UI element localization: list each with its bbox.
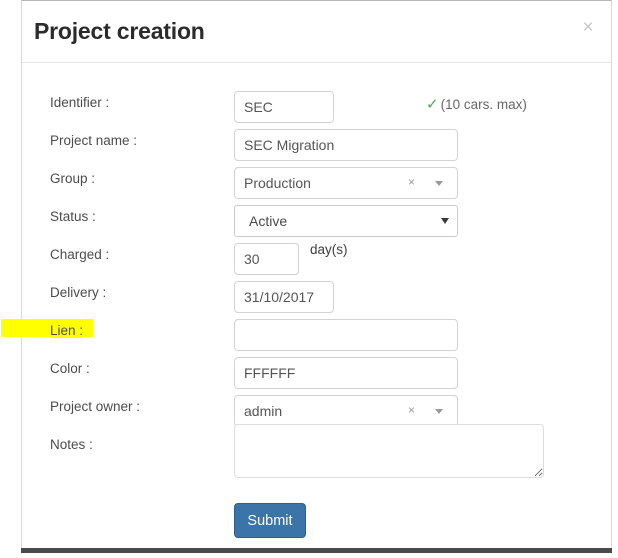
delivery-input[interactable] xyxy=(234,281,334,313)
identifier-input[interactable] xyxy=(234,91,334,123)
status-select-value: Active xyxy=(249,213,288,229)
project-name-input[interactable] xyxy=(234,129,458,161)
charged-unit-label: day(s) xyxy=(310,242,348,257)
chevron-down-icon[interactable] xyxy=(435,181,443,186)
form-row-notes: Notes : xyxy=(22,424,611,488)
charged-input[interactable] xyxy=(234,243,299,275)
close-icon[interactable]: × xyxy=(575,15,601,41)
form-row-color: Color : xyxy=(22,352,611,390)
project-owner-select[interactable]: admin × xyxy=(234,395,458,427)
form-row-identifier: Identifier : ✓(10 cars. max) xyxy=(22,86,611,124)
page-title: Project creation xyxy=(34,18,205,44)
dialog-header: Project creation × xyxy=(22,1,611,63)
chevron-down-icon[interactable] xyxy=(441,218,449,224)
form-row-project-name: Project name : xyxy=(22,124,611,162)
identifier-hint: ✓ (10 cars. max) xyxy=(426,95,527,113)
group-select[interactable]: Production × xyxy=(234,167,458,199)
form-row-lien: Lien : xyxy=(1,314,611,352)
form-row-group: Group : Production × xyxy=(22,162,611,200)
status-select[interactable]: Active xyxy=(234,205,458,237)
label-charged: Charged : xyxy=(50,247,110,262)
form-row-submit: Submit xyxy=(22,500,611,540)
project-creation-dialog: Project creation × Identifier : ✓(10 car… xyxy=(1,0,612,549)
lien-input[interactable] xyxy=(234,319,458,351)
color-input[interactable] xyxy=(234,357,458,389)
label-project-name: Project name : xyxy=(50,133,138,148)
notes-textarea[interactable] xyxy=(234,424,544,478)
form-row-status: Status : Active xyxy=(22,200,611,238)
label-project-owner: Project owner : xyxy=(50,399,141,414)
identifier-hint-text: (10 cars. max) xyxy=(440,97,527,112)
label-color: Color : xyxy=(50,361,90,376)
label-identifier: Identifier : xyxy=(50,95,110,110)
group-select-value: Production xyxy=(244,175,311,191)
clear-icon[interactable]: × xyxy=(408,175,415,189)
label-notes: Notes : xyxy=(50,437,93,452)
dialog-body: Identifier : ✓(10 cars. max) Project nam… xyxy=(1,64,611,549)
label-lien: Lien : xyxy=(50,323,84,338)
clear-icon[interactable]: × xyxy=(408,403,415,417)
label-status: Status : xyxy=(50,209,96,224)
project-owner-select-value: admin xyxy=(244,403,283,419)
dialog-bottom-bar xyxy=(21,548,612,553)
submit-button[interactable]: Submit xyxy=(234,503,306,538)
label-group: Group : xyxy=(50,171,96,186)
chevron-down-icon[interactable] xyxy=(435,409,443,414)
form-row-charged: Charged : day(s) xyxy=(22,238,611,276)
check-icon: ✓ xyxy=(426,96,439,113)
form-row-delivery: Delivery : xyxy=(22,276,611,314)
form-row-project-owner: Project owner : admin × xyxy=(22,390,611,428)
label-delivery: Delivery : xyxy=(50,285,107,300)
